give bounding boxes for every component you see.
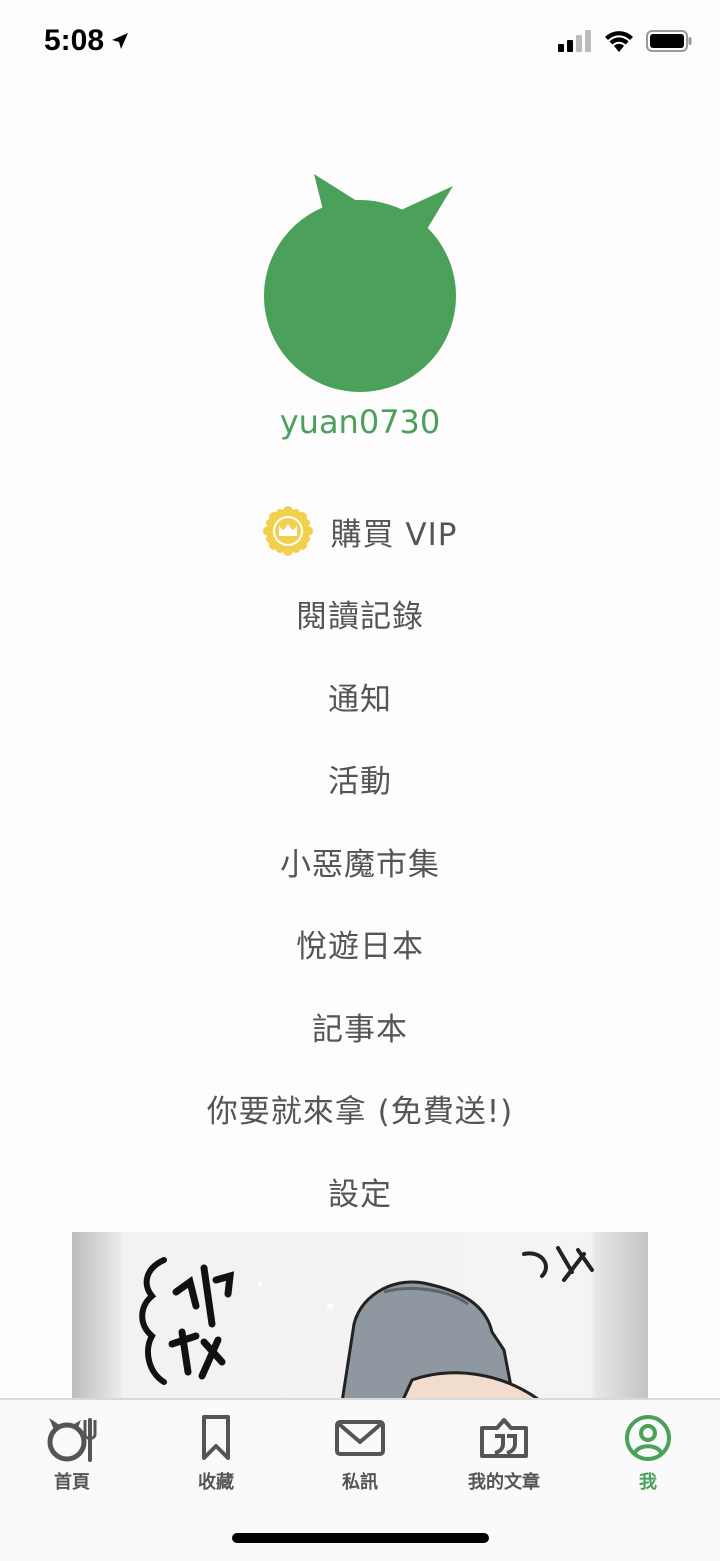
username: yuan0730	[279, 403, 441, 441]
tab-label: 私訊	[342, 1472, 378, 1493]
article-quote-icon	[480, 1418, 528, 1458]
profile-menu: 購買 VIP 閱讀記錄 通知 活動 小惡魔市集 悅遊日本 記事本 你要就來拿 (…	[0, 490, 720, 1233]
menu-item-japan-travel[interactable]: 悅遊日本	[0, 903, 720, 986]
tab-favorites[interactable]: 收藏	[144, 1414, 288, 1494]
menu-item-label: 閱讀記錄	[296, 599, 424, 636]
menu-item-label: 通知	[328, 681, 392, 718]
mail-icon	[335, 1420, 385, 1456]
menu-item-settings[interactable]: 設定	[0, 1150, 720, 1233]
status-bar: 5:08	[0, 0, 720, 88]
tab-home[interactable]: 首頁	[0, 1414, 144, 1494]
bookmark-icon	[202, 1415, 230, 1460]
profile-icon	[625, 1415, 671, 1461]
menu-item-label: 你要就來拿 (免費送!)	[206, 1094, 514, 1131]
cellular-signal-icon	[558, 30, 591, 52]
ad-banner[interactable]	[72, 1232, 648, 1402]
menu-item-label: 購買 VIP	[330, 516, 458, 553]
avatar[interactable]	[258, 168, 462, 396]
menu-item-buy-vip[interactable]: 購買 VIP	[0, 490, 720, 573]
home-devil-icon	[47, 1418, 97, 1462]
status-time: 5:08	[44, 24, 130, 58]
tab-label: 收藏	[198, 1472, 234, 1493]
tab-label: 我的文章	[468, 1472, 540, 1493]
menu-item-notebook[interactable]: 記事本	[0, 985, 720, 1068]
menu-item-label: 記事本	[312, 1011, 408, 1048]
menu-item-label: 設定	[328, 1176, 392, 1213]
location-arrow-icon	[112, 33, 129, 49]
tab-messages[interactable]: 私訊	[288, 1414, 432, 1494]
wifi-icon	[605, 31, 633, 52]
status-indicators	[558, 30, 692, 52]
home-indicator[interactable]	[232, 1533, 489, 1543]
tab-my-articles[interactable]: 我的文章	[432, 1414, 576, 1494]
battery-icon	[646, 30, 692, 52]
menu-item-label: 悅遊日本	[296, 929, 424, 966]
menu-item-giveaway[interactable]: 你要就來拿 (免費送!)	[0, 1068, 720, 1151]
menu-item-label: 小惡魔市集	[280, 846, 440, 883]
menu-item-notifications[interactable]: 通知	[0, 655, 720, 738]
menu-item-events[interactable]: 活動	[0, 738, 720, 821]
menu-item-label: 活動	[328, 764, 392, 801]
crown-badge-icon	[262, 506, 313, 557]
clock-time: 5:08	[44, 24, 105, 57]
comic-illustration-image	[139, 1246, 594, 1402]
tab-label: 首頁	[54, 1472, 90, 1493]
menu-item-market[interactable]: 小惡魔市集	[0, 820, 720, 903]
tab-label: 我	[639, 1472, 657, 1493]
menu-item-reading-history[interactable]: 閱讀記錄	[0, 573, 720, 656]
tab-me[interactable]: 我	[576, 1414, 720, 1494]
